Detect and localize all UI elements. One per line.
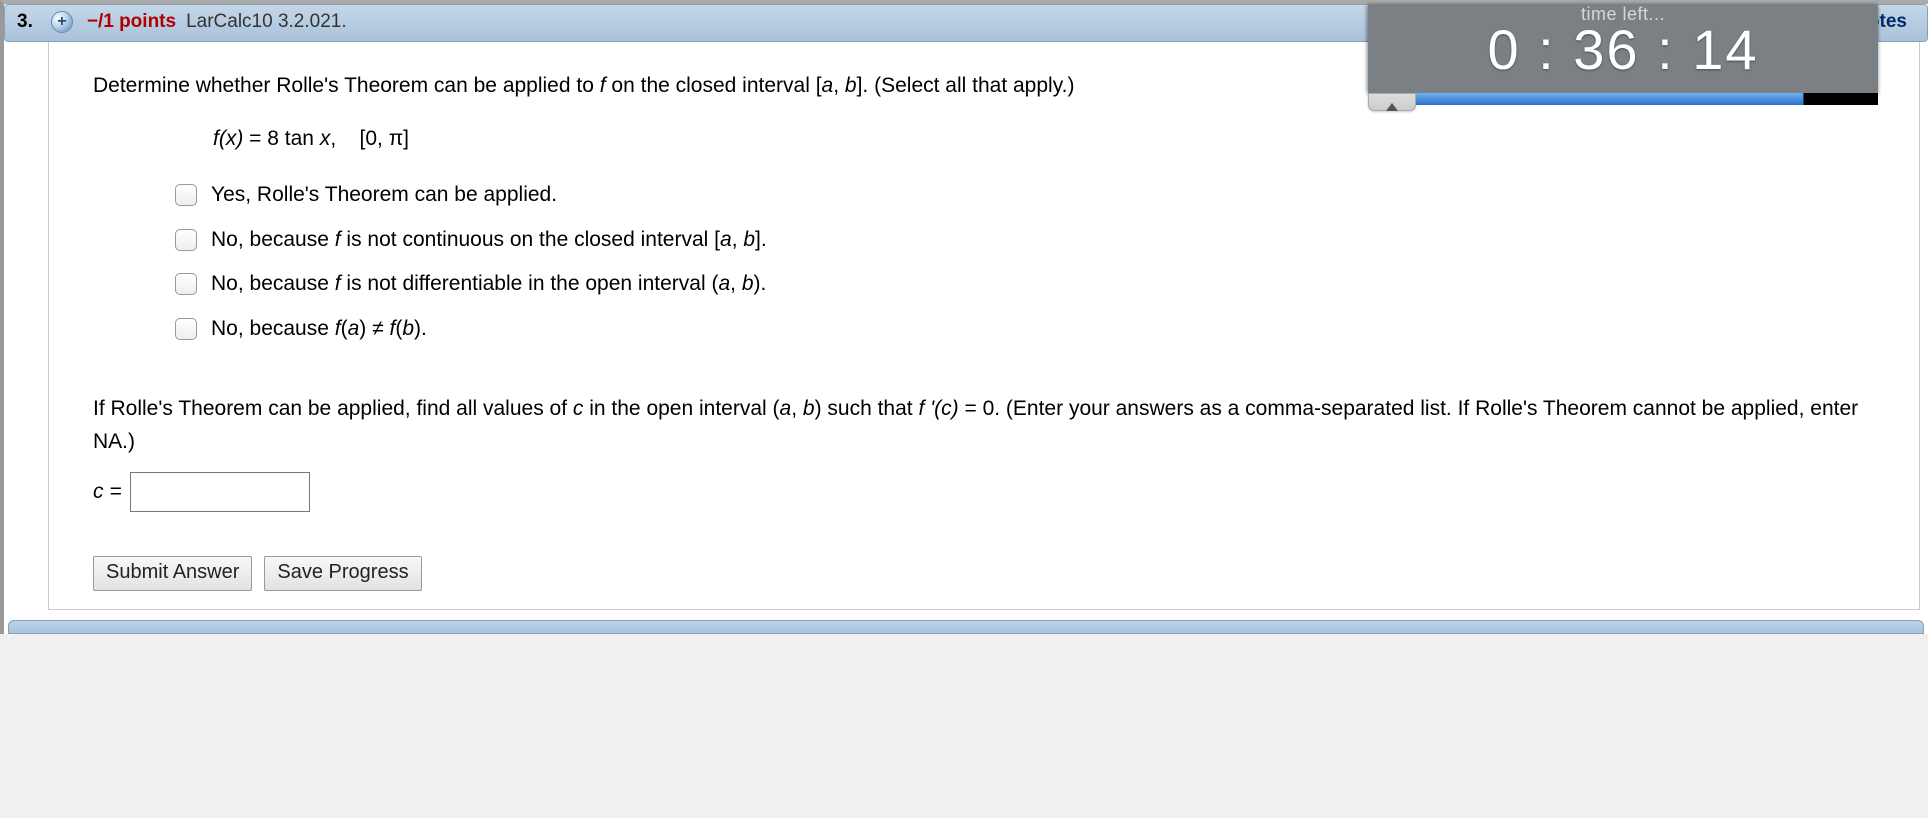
prompt-text: on the closed interval [ <box>606 74 822 97</box>
choice-label: Yes, Rolle's Theorem can be applied. <box>211 179 557 212</box>
prompt-var-b: b <box>845 74 857 97</box>
part2-text: If Rolle's Theorem can be applied, find … <box>93 397 573 420</box>
choice-label: No, because f(a) ≠ f(b). <box>211 313 427 346</box>
prompt-var-a: a <box>822 74 834 97</box>
question-number: 3. <box>17 11 33 33</box>
part2-text: in the open interval ( <box>583 397 779 420</box>
prompt-text: , <box>833 74 845 97</box>
c-input[interactable] <box>130 472 310 512</box>
formula-x: x <box>320 127 331 150</box>
save-progress-button[interactable]: Save Progress <box>264 556 421 591</box>
timer-collapse-button[interactable] <box>1368 93 1416 111</box>
choice-checkbox-2[interactable] <box>175 229 197 251</box>
formula-eq: = <box>243 127 267 150</box>
choice-row: No, because f is not differentiable in t… <box>175 268 1875 301</box>
choice-label: No, because f is not differentiable in t… <box>211 268 766 301</box>
part2-text: ) such that <box>815 397 919 420</box>
choice-label: No, because f is not continuous on the c… <box>211 224 767 257</box>
timer-panel: time left... 0 : 36 : 14 <box>1368 4 1878 93</box>
formula-lhs: f(x) <box>213 127 243 150</box>
part2-var-b: b <box>803 397 815 420</box>
next-question-header-peek <box>8 620 1924 634</box>
formula-tan: tan <box>279 127 320 150</box>
points-label: −/1 points <box>87 11 176 33</box>
c-eq: = <box>104 480 122 503</box>
submit-answer-button[interactable]: Submit Answer <box>93 556 252 591</box>
question-container: 3. + −/1 points LarCalc10 3.2.021. My No… <box>0 0 1928 634</box>
answer-row: c = <box>93 472 1875 512</box>
choice-list: Yes, Rolle's Theorem can be applied. No,… <box>175 179 1875 345</box>
c-label: c = <box>93 476 122 509</box>
choice-row: Yes, Rolle's Theorem can be applied. <box>175 179 1875 212</box>
expand-icon[interactable]: + <box>51 11 73 33</box>
prompt-text: ]. (Select all that apply.) <box>857 74 1075 97</box>
button-row: Submit Answer Save Progress <box>93 556 1875 591</box>
choice-checkbox-4[interactable] <box>175 318 197 340</box>
part2-prompt: If Rolle's Theorem can be applied, find … <box>93 393 1875 458</box>
formula-comma: , <box>330 127 336 150</box>
timer-progress-track <box>1416 93 1878 105</box>
choice-checkbox-3[interactable] <box>175 273 197 295</box>
c-var: c <box>93 480 104 503</box>
formula-coeff: 8 <box>267 127 279 150</box>
timer-countdown: 0 : 36 : 14 <box>1384 19 1862 81</box>
choice-row: No, because f(a) ≠ f(b). <box>175 313 1875 346</box>
source-reference: LarCalc10 3.2.021. <box>186 11 347 33</box>
formula: f(x) = 8 tan x, [0, π] <box>213 123 1875 156</box>
chevron-up-icon <box>1386 103 1398 111</box>
choice-row: No, because f is not continuous on the c… <box>175 224 1875 257</box>
formula-interval: [0, π] <box>360 127 410 150</box>
question-body: Determine whether Rolle's Theorem can be… <box>48 42 1920 610</box>
part2-fprime: f '(c) <box>918 397 958 420</box>
part2-var-a: a <box>780 397 792 420</box>
prompt-text: Determine whether Rolle's Theorem can be… <box>93 74 600 97</box>
timer-progress-fill <box>1416 93 1804 105</box>
part2-var-c: c <box>573 397 584 420</box>
choice-checkbox-1[interactable] <box>175 184 197 206</box>
part2-text: , <box>791 397 803 420</box>
